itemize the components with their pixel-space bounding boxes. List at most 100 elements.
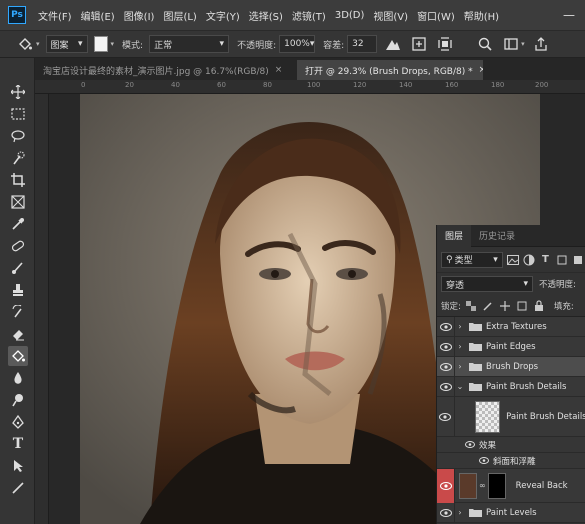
layer-effects[interactable]: 效果: [437, 437, 585, 453]
quick-selection-tool-icon[interactable]: [8, 148, 28, 168]
fill-source-dropdown[interactable]: 图案 ▾: [45, 35, 88, 53]
path-selection-tool-icon[interactable]: [8, 456, 28, 476]
tab-layers[interactable]: 图层: [437, 225, 472, 247]
layers-panel: 图层 历史记录 ⚲ 类型 ▾ T 穿透 ▾ 不透明度: 锁定: 填充: › Ex…: [436, 225, 585, 524]
chevron-down-icon[interactable]: ▾: [521, 40, 525, 48]
lasso-tool-icon[interactable]: [8, 126, 28, 146]
chevron-right-icon[interactable]: ›: [455, 342, 465, 351]
ruler-number: 80: [263, 81, 272, 89]
layer-brush-drops[interactable]: › Brush Drops: [437, 356, 585, 377]
menu-layer[interactable]: 图层(L): [163, 8, 196, 23]
lock-all-icon[interactable]: [532, 299, 546, 313]
menu-help[interactable]: 帮助(H): [464, 8, 499, 23]
share-icon[interactable]: [531, 35, 551, 53]
layer-paint-brush-details[interactable]: Paint Brush Details: [437, 396, 585, 437]
close-icon[interactable]: ×: [275, 65, 283, 75]
layer-reveal-back[interactable]: ∞ Reveal Back: [437, 468, 585, 503]
history-brush-tool-icon[interactable]: [8, 302, 28, 322]
menu-image[interactable]: 图像(I): [124, 8, 155, 23]
tolerance-field[interactable]: 32: [347, 35, 378, 53]
blur-tool-icon[interactable]: [8, 368, 28, 388]
eye-icon[interactable]: [437, 356, 455, 377]
document-tabs: 淘宝店设计最终的素材_演示图片.jpg @ 16.7%(RGB/8) × 打开 …: [35, 58, 585, 80]
eye-icon[interactable]: [475, 453, 493, 469]
tab-history[interactable]: 历史记录: [471, 225, 523, 247]
dodge-tool-icon[interactable]: [8, 390, 28, 410]
chevron-right-icon[interactable]: ›: [455, 362, 465, 371]
pen-tool-icon[interactable]: [8, 412, 28, 432]
frame-tool-icon[interactable]: [8, 192, 28, 212]
type-filter-icon[interactable]: T: [539, 253, 552, 267]
layer-effect-bevel[interactable]: 斜面和浮雕: [437, 453, 585, 469]
layer-thumbnail: [459, 472, 477, 499]
marquee-tool-icon[interactable]: [8, 104, 28, 124]
contiguous-icon[interactable]: [409, 35, 429, 53]
chevron-right-icon[interactable]: ›: [455, 322, 465, 331]
chevron-right-icon[interactable]: ›: [455, 508, 465, 517]
menu-window[interactable]: 窗口(W): [417, 8, 455, 23]
layer-paint-edges[interactable]: › Paint Edges: [437, 336, 585, 357]
menu-edit[interactable]: 编辑(E): [81, 8, 115, 23]
chevron-down-icon: ▾: [309, 39, 315, 49]
workspace-icon[interactable]: [501, 35, 521, 53]
layer-filter-dropdown[interactable]: ⚲ 类型 ▾: [441, 251, 503, 268]
tab-document-2[interactable]: 打开 @ 29.3% (Brush Drops, RGB/8) * ×: [297, 60, 483, 80]
eye-icon[interactable]: [437, 376, 455, 397]
opacity-field[interactable]: 100% ▾: [279, 35, 316, 53]
healing-brush-tool-icon[interactable]: [8, 236, 28, 256]
menu-file[interactable]: 文件(F): [38, 8, 72, 23]
eyedropper-tool-icon[interactable]: [8, 214, 28, 234]
lock-artboard-icon[interactable]: [515, 299, 529, 313]
menu-filter[interactable]: 滤镜(T): [292, 8, 326, 23]
layer-paint-levels[interactable]: › Paint Levels: [437, 502, 585, 523]
chevron-down-icon: ▾: [77, 39, 83, 49]
brush-tool-icon[interactable]: [8, 258, 28, 278]
minimize-icon[interactable]: —: [563, 8, 575, 22]
lock-transparent-icon[interactable]: [464, 299, 478, 313]
layer-mask-thumbnail[interactable]: [487, 472, 506, 499]
menu-select[interactable]: 选择(S): [249, 8, 283, 23]
menu-3d[interactable]: 3D(D): [335, 10, 365, 21]
chevron-down-icon[interactable]: ▾: [111, 40, 115, 48]
eraser-tool-icon[interactable]: [8, 324, 28, 344]
photoshop-logo-icon[interactable]: Ps: [8, 6, 26, 24]
eye-icon[interactable]: [461, 437, 479, 453]
link-icon[interactable]: ∞: [479, 481, 486, 490]
paint-bucket-tool-icon[interactable]: [14, 35, 36, 53]
type-tool-icon[interactable]: T: [8, 434, 28, 454]
close-icon[interactable]: ×: [479, 65, 483, 75]
tab-document-1[interactable]: 淘宝店设计最终的素材_演示图片.jpg @ 16.7%(RGB/8) ×: [35, 60, 297, 80]
eye-icon[interactable]: [437, 316, 455, 337]
lock-image-icon[interactable]: [481, 299, 495, 313]
layer-paint-brush-details-group[interactable]: ⌄ Paint Brush Details: [437, 376, 585, 397]
paint-bucket-tool-icon[interactable]: [8, 346, 28, 366]
menu-view[interactable]: 视图(V): [373, 8, 408, 23]
blend-mode-dropdown[interactable]: 穿透 ▾: [441, 276, 533, 292]
layer-extra-textures[interactable]: › Extra Textures: [437, 316, 585, 337]
smart-object-filter-icon[interactable]: [572, 253, 585, 267]
chevron-down-icon[interactable]: ⌄: [455, 382, 465, 391]
search-icon[interactable]: [475, 35, 495, 53]
eye-icon[interactable]: [437, 396, 455, 437]
chevron-down-icon[interactable]: ▾: [36, 40, 40, 48]
anti-alias-icon[interactable]: [383, 35, 403, 53]
adjustment-filter-icon[interactable]: [522, 253, 535, 267]
shape-filter-icon[interactable]: [555, 253, 568, 267]
fill-source-value: 图案: [50, 40, 69, 51]
all-layers-icon[interactable]: [435, 35, 455, 53]
mode-dropdown[interactable]: 正常 ▾: [149, 35, 230, 53]
eye-icon[interactable]: [437, 336, 455, 357]
line-tool-icon[interactable]: [8, 478, 28, 498]
blend-mode-value: 穿透: [446, 280, 465, 291]
move-tool-icon[interactable]: [8, 82, 28, 102]
crop-tool-icon[interactable]: [8, 170, 28, 190]
lock-position-icon[interactable]: [498, 299, 512, 313]
eye-icon[interactable]: [437, 502, 455, 523]
image-filter-icon[interactable]: [506, 253, 519, 267]
search-icon: ⚲: [446, 254, 453, 265]
menu-type[interactable]: 文字(Y): [206, 8, 240, 23]
clone-stamp-tool-icon[interactable]: [8, 280, 28, 300]
lock-row: 锁定: 填充:: [437, 295, 585, 317]
pattern-swatch[interactable]: [93, 36, 108, 52]
eye-icon[interactable]: [437, 468, 455, 503]
